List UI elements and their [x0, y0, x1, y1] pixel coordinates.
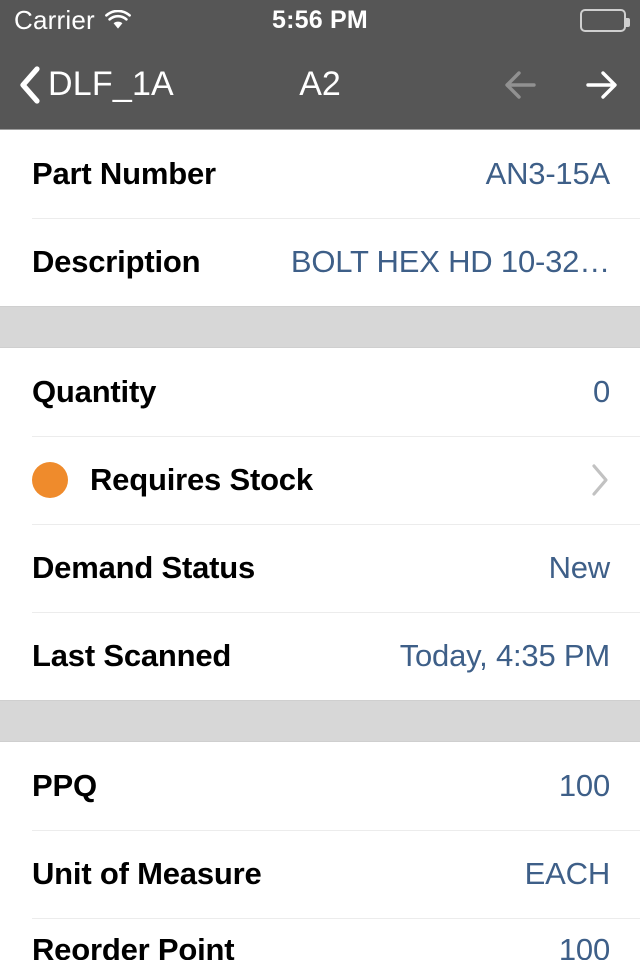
app-screen: Carrier 5:56 PM DLF_1A A2 Part Number AN… — [0, 0, 640, 960]
row-label: Part Number — [32, 156, 216, 191]
table-row[interactable]: Description BOLT HEX HD 10-32… — [0, 218, 640, 306]
row-value: BOLT HEX HD 10-32… — [290, 244, 610, 279]
carrier-label: Carrier — [14, 4, 95, 35]
next-record-button[interactable] — [580, 64, 622, 106]
previous-record-button[interactable] — [500, 64, 542, 106]
row-value: 100 — [558, 932, 610, 960]
row-label: Last Scanned — [32, 638, 232, 673]
section-separator — [0, 700, 640, 742]
chevron-left-icon — [18, 65, 40, 104]
row-value: New — [548, 550, 611, 585]
status-bar-right — [580, 8, 630, 32]
battery-full-icon — [580, 8, 630, 32]
detail-section-identity: Part Number AN3-15A Description BOLT HEX… — [0, 130, 640, 306]
row-label: Description — [32, 244, 201, 279]
status-bar-left: Carrier — [14, 5, 131, 36]
section-separator — [0, 306, 640, 348]
status-bar: Carrier 5:56 PM — [0, 0, 640, 40]
table-row[interactable]: Last Scanned Today, 4:35 PM — [0, 612, 640, 700]
wifi-icon — [104, 9, 131, 30]
detail-section-stocking: PPQ 100 Unit of Measure EACH Reorder Poi… — [0, 742, 640, 960]
table-row[interactable]: Unit of Measure EACH — [0, 830, 640, 918]
table-row[interactable]: PPQ 100 — [0, 742, 640, 830]
table-row[interactable]: Reorder Point 100 — [0, 918, 640, 960]
back-button[interactable]: DLF_1A — [18, 65, 174, 104]
row-label: Unit of Measure — [32, 856, 262, 891]
navigation-arrows — [500, 64, 622, 106]
row-label: Demand Status — [32, 550, 256, 585]
row-value: EACH — [524, 856, 611, 891]
row-value: Today, 4:35 PM — [399, 638, 610, 673]
table-row[interactable]: Quantity 0 — [0, 348, 640, 436]
row-value: AN3-15A — [485, 156, 611, 191]
row-label: PPQ — [32, 768, 97, 803]
back-button-label: DLF_1A — [48, 65, 174, 103]
status-dot-orange-icon — [32, 462, 68, 498]
table-row[interactable]: Part Number AN3-15A — [0, 130, 640, 218]
table-row[interactable]: Demand Status New — [0, 524, 640, 612]
requires-stock-row[interactable]: Requires Stock — [0, 436, 640, 524]
detail-section-demand: Quantity 0 Requires Stock Demand Status … — [0, 348, 640, 700]
navigation-bar: DLF_1A A2 — [0, 40, 640, 130]
row-value: 0 — [592, 374, 610, 409]
row-value: 100 — [558, 768, 610, 803]
row-label: Quantity — [32, 374, 157, 409]
row-label: Requires Stock — [90, 462, 313, 497]
chevron-right-icon — [590, 463, 610, 497]
row-label: Reorder Point — [32, 932, 235, 960]
